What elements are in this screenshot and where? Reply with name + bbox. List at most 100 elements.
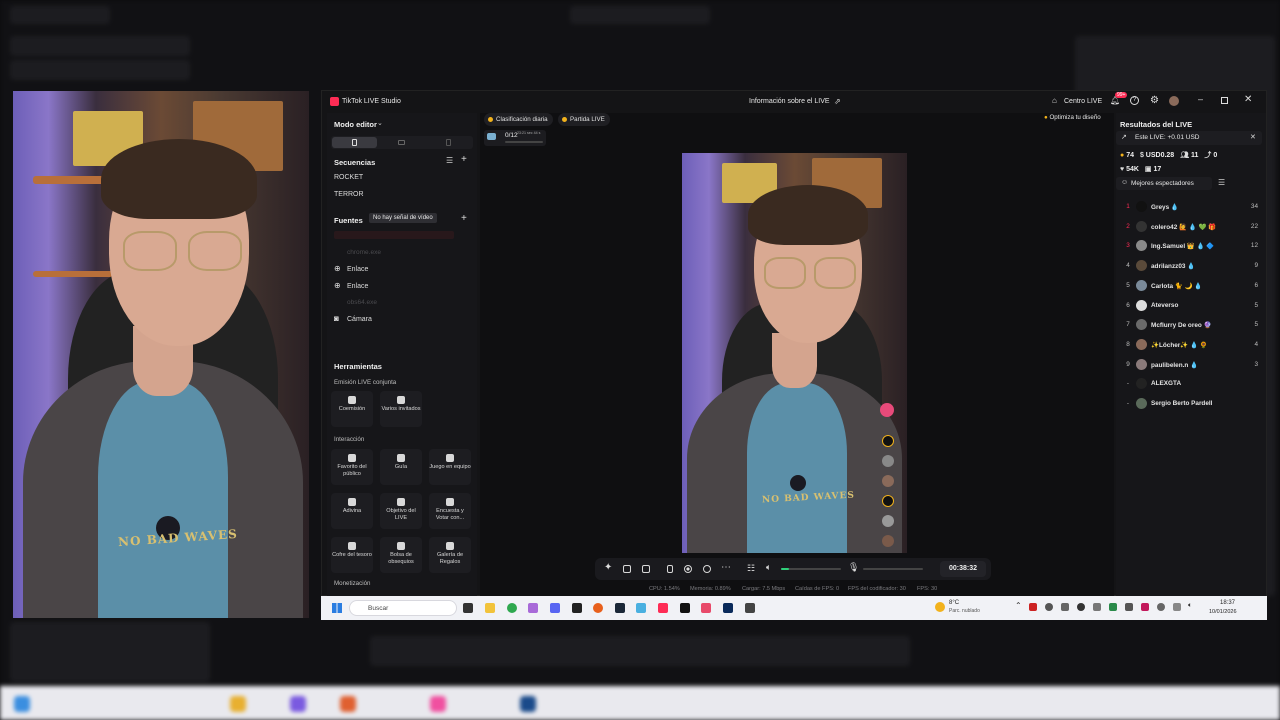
add-source-icon[interactable]: + — [461, 213, 467, 224]
viewer-row[interactable]: 7 Mcflurry De oreo 🔮 5 — [1120, 317, 1266, 333]
guide-tool[interactable]: Guía — [380, 449, 422, 485]
viewer-row[interactable]: 5 Carlota 🐈 🌙 💧 6 — [1120, 278, 1266, 294]
source-item-error[interactable] — [334, 231, 454, 239]
mode-editor-dropdown[interactable]: Modo editor — [334, 120, 377, 129]
clock-date[interactable]: 10/01/2026 — [1209, 609, 1237, 615]
progress-track — [505, 141, 543, 143]
file-explorer-icon[interactable] — [485, 603, 495, 613]
replay-icon[interactable] — [703, 565, 711, 573]
photoshop-icon[interactable] — [723, 603, 733, 613]
layout-icon[interactable] — [623, 565, 631, 573]
centro-live-button[interactable]: Centro LIVE — [1064, 98, 1102, 105]
volume-icon[interactable]: 🔈︎ — [766, 562, 771, 573]
avatar[interactable] — [1169, 96, 1179, 106]
weather-desc[interactable]: Parc. nublado — [949, 608, 980, 614]
viewer-row[interactable]: 3 Ing.Samuel 👑 💧 🔷 12 — [1120, 238, 1266, 254]
tray-icon-3[interactable] — [1061, 603, 1069, 611]
audience-favorite-tool[interactable]: Favorito del público — [331, 449, 373, 485]
poll-tool[interactable]: Encuesta y Votar con... — [429, 493, 471, 529]
optimize-design-button[interactable]: ● Optimiza tu diseño — [1044, 114, 1101, 121]
tray-icon-10[interactable] — [1173, 603, 1181, 611]
list-icon[interactable]: ☰ — [446, 156, 453, 165]
gift-gallery-tool[interactable]: Galería de Regalos — [429, 537, 471, 573]
firefox-icon[interactable] — [593, 603, 603, 613]
maximize-icon[interactable] — [1221, 97, 1228, 104]
team-game-tool[interactable]: Juego en equipo — [429, 449, 471, 485]
tray-icon-1[interactable] — [1029, 603, 1037, 611]
source-item-chrome[interactable]: chrome.exe — [347, 249, 381, 256]
app3-icon[interactable] — [701, 603, 711, 613]
multi-guest-tool[interactable]: Varios invitados — [380, 391, 422, 427]
mic-slider[interactable] — [863, 568, 923, 570]
viewer-row[interactable]: 4 adrilanzz03 💧 9 — [1120, 258, 1266, 274]
treasure-chest-tool[interactable]: Cofre del tesoro — [331, 537, 373, 573]
minimize-icon[interactable]: – — [1198, 94, 1203, 104]
windows-start-icon[interactable] — [332, 603, 342, 613]
coemission-tool[interactable]: Coemisión — [331, 391, 373, 427]
viewer-row[interactable]: 9 paulibelen.n 💧 3 — [1120, 357, 1266, 373]
source-item-link[interactable]: Enlace — [347, 283, 368, 290]
mic-muted-icon[interactable]: 🎙︎ — [848, 562, 859, 573]
app2-icon[interactable] — [636, 603, 646, 613]
share-icon[interactable]: ⇗ — [834, 97, 841, 106]
live-goal-tool[interactable]: Objetivo del LIVE — [380, 493, 422, 529]
steam-icon[interactable] — [615, 603, 625, 613]
viewer-row[interactable]: 1 Greys 💧 34 — [1120, 199, 1266, 215]
landscape-option[interactable] — [379, 137, 424, 148]
add-sequence-icon[interactable]: + — [461, 154, 467, 165]
volume-tray-icon[interactable]: 🔈︎ — [1188, 602, 1192, 610]
home-icon[interactable]: ⌂ — [1052, 96, 1057, 105]
guess-tool[interactable]: Adivina — [331, 493, 373, 529]
viewer-row[interactable]: 8 ✨Löcher✨ 💧 🌻 4 — [1120, 337, 1266, 353]
guide-icon — [397, 454, 405, 462]
tray-chevron-icon[interactable]: ⌃ — [1015, 601, 1022, 610]
tray-icon-8[interactable] — [1141, 603, 1149, 611]
tray-icon-9[interactable] — [1157, 603, 1165, 611]
goal-progress-widget[interactable]: 0/12 23:21 sec 44 s — [484, 130, 546, 146]
record-icon[interactable] — [684, 565, 692, 573]
more-icon[interactable]: ⋯ — [721, 562, 731, 573]
source-item-obs[interactable]: obs64.exe — [347, 299, 377, 306]
portrait-option[interactable] — [332, 137, 377, 148]
app-icon[interactable] — [528, 603, 538, 613]
daily-ranking-chip[interactable]: Clasificación diaria — [484, 113, 553, 126]
source-item-camera[interactable]: Cámara — [347, 316, 372, 323]
list-view-icon[interactable]: ☰ — [1218, 178, 1225, 187]
live-info-title[interactable]: Información sobre el LIVE — [749, 98, 830, 105]
source-item-link[interactable]: Enlace — [347, 266, 368, 273]
weather-temp[interactable]: 8°C — [949, 600, 959, 606]
help-icon[interactable]: ? — [1130, 96, 1139, 105]
viewer-row[interactable]: - Sergio Berto Pardell — [1120, 396, 1266, 412]
chrome-icon[interactable] — [507, 603, 517, 613]
window-icon[interactable] — [642, 565, 650, 573]
viewer-row[interactable]: 2 colero42 🙋 💧 💚 🎁 22 — [1120, 219, 1266, 235]
locked-option[interactable] — [426, 137, 471, 148]
task-view-icon[interactable] — [463, 603, 473, 613]
mixer-icon[interactable]: ☷ — [747, 563, 755, 574]
viewer-row[interactable]: - ALEXGTA — [1120, 376, 1266, 392]
tray-icon-5[interactable] — [1093, 603, 1101, 611]
close-icon[interactable]: ✕ — [1244, 94, 1252, 105]
clock-time[interactable]: 18:37 — [1220, 600, 1235, 606]
best-viewers-tab[interactable]: ☺ Mejores espectadores — [1116, 177, 1212, 190]
sequence-item[interactable]: ROCKET — [334, 174, 363, 181]
tray-icon-6[interactable] — [1109, 603, 1117, 611]
sequence-item[interactable]: TERROR — [334, 191, 364, 198]
tiktok-studio-icon[interactable] — [658, 603, 668, 613]
live-match-chip[interactable]: Partida LIVE — [558, 113, 610, 126]
settings-icon[interactable]: ⚙ — [1150, 95, 1159, 106]
portrait-icon[interactable] — [667, 565, 673, 573]
tray-icon-2[interactable] — [1045, 603, 1053, 611]
tray-icon-4[interactable] — [1077, 603, 1085, 611]
app4-icon[interactable] — [745, 603, 755, 613]
epic-icon[interactable] — [572, 603, 582, 613]
gift-bag-tool[interactable]: Bolsa de obsequios — [380, 537, 422, 573]
close-earnings-icon[interactable]: ✕ — [1250, 133, 1256, 141]
tray-icon-7[interactable] — [1125, 603, 1133, 611]
discord-icon[interactable] — [550, 603, 560, 613]
effects-icon[interactable]: ✦ — [604, 562, 612, 573]
tiktok-live-icon[interactable] — [680, 603, 690, 613]
taskbar-search-box[interactable]: Buscar — [349, 600, 457, 616]
viewer-row[interactable]: 6 Ateverso 5 — [1120, 298, 1266, 314]
volume-slider[interactable] — [781, 568, 841, 570]
